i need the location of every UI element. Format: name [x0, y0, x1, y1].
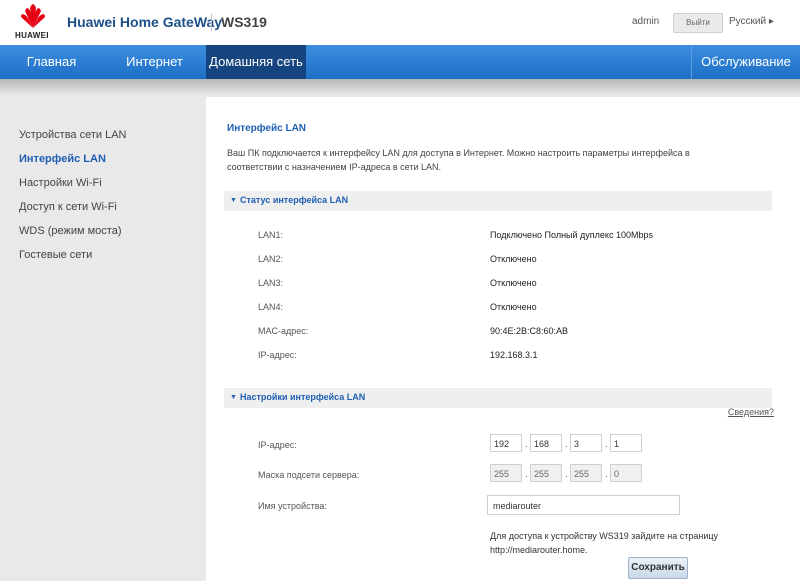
huawei-logo[interactable]: HUAWEI — [14, 4, 52, 42]
nav-tab-maintenance[interactable]: Обслуживание — [691, 45, 800, 79]
status-label-lan2: LAN2: — [258, 254, 284, 264]
sidebar-item-guest-networks[interactable]: Гостевые сети — [19, 249, 92, 261]
model-name: WS319 — [221, 14, 267, 30]
section-title-status: Статус интерфейса LAN — [240, 195, 349, 205]
mask-dot: . — [605, 469, 608, 480]
collapse-arrow-icon: ▼ — [230, 394, 237, 401]
ip-dot: . — [565, 439, 568, 450]
status-value-mac: 90:4E:2B:C8:60:AB — [490, 326, 569, 336]
ip-octet-1-input[interactable]: 192 — [490, 434, 522, 452]
sidebar-item-wds[interactable]: WDS (режим моста) — [19, 225, 122, 237]
nav-tab-home-network[interactable]: Домашняя сеть — [206, 45, 306, 79]
brand-text: HUAWEI — [15, 31, 49, 40]
product-title: Huawei Home GateWay — [67, 14, 223, 30]
ip-dot: . — [525, 439, 528, 450]
ip-octet-2-input[interactable]: 168 — [530, 434, 562, 452]
status-value-lan1: Подключено Полный дуплекс 100Mbps — [490, 230, 653, 240]
sidebar-item-wifi-access[interactable]: Доступ к сети Wi-Fi — [19, 201, 117, 213]
section-header-settings[interactable]: ▼ Настройки интерфейса LAN — [224, 388, 772, 408]
sidebar-item-wifi-settings[interactable]: Настройки Wi-Fi — [19, 177, 102, 189]
status-label-ip: IP-адрес: — [258, 350, 297, 360]
section-title-settings: Настройки интерфейса LAN — [240, 392, 366, 402]
title-divider — [211, 14, 212, 31]
huawei-flower-icon — [21, 4, 45, 28]
status-label-mac: MAC-адрес: — [258, 326, 309, 336]
language-selector[interactable]: Русский ▸ — [729, 16, 774, 27]
section-header-status[interactable]: ▼ Статус интерфейса LAN — [224, 191, 772, 211]
status-value-lan4: Отключено — [490, 302, 537, 312]
header: HUAWEI Huawei Home GateWay WS319 admin В… — [0, 0, 800, 45]
main-nav: Главная Интернет Домашняя сеть Обслужива… — [0, 45, 800, 79]
ip-octet-4-input[interactable]: 1 — [610, 434, 642, 452]
help-link[interactable]: Сведения? — [728, 407, 774, 417]
ip-dot: . — [605, 439, 608, 450]
status-label-lan1: LAN1: — [258, 230, 284, 240]
nav-tab-home[interactable]: Главная — [0, 45, 103, 79]
mask-dot: . — [565, 469, 568, 480]
main-content: Интерфейс LAN Ваш ПК подключается к инте… — [206, 97, 800, 581]
status-label-lan3: LAN3: — [258, 278, 284, 288]
mask-octet-2-input: 255 — [530, 464, 562, 482]
nav-shadow — [0, 79, 800, 95]
ip-address-label: IP-адрес: — [258, 440, 297, 450]
sidebar-item-lan-interface[interactable]: Интерфейс LAN — [19, 153, 106, 165]
sidebar: Устройства сети LAN Интерфейс LAN Настро… — [0, 97, 206, 581]
nav-tab-internet[interactable]: Интернет — [103, 45, 206, 79]
access-hint: Для доступа к устройству WS319 зайдите н… — [490, 531, 719, 555]
device-name-label: Имя устройства: — [258, 501, 327, 511]
save-button[interactable]: Сохранить — [628, 557, 688, 579]
status-value-lan2: Отключено — [490, 254, 537, 264]
collapse-arrow-icon: ▼ — [230, 197, 237, 204]
device-name-input[interactable]: mediarouter — [487, 495, 680, 515]
mask-octet-4-input: 0 — [610, 464, 642, 482]
sidebar-item-lan-devices[interactable]: Устройства сети LAN — [19, 129, 127, 141]
status-value-ip: 192.168.3.1 — [490, 350, 538, 360]
page-title: Интерфейс LAN — [227, 123, 307, 134]
logout-button[interactable]: Выйти — [673, 13, 723, 33]
page-description: Ваш ПК подключается к интерфейсу LAN для… — [227, 148, 690, 172]
mask-octet-1-input: 255 — [490, 464, 522, 482]
mask-dot: . — [525, 469, 528, 480]
status-value-lan3: Отключено — [490, 278, 537, 288]
username: admin — [632, 16, 660, 27]
mask-octet-3-input: 255 — [570, 464, 602, 482]
subnet-mask-label: Маска подсети сервера: — [258, 470, 360, 480]
status-label-lan4: LAN4: — [258, 302, 284, 312]
ip-octet-3-input[interactable]: 3 — [570, 434, 602, 452]
